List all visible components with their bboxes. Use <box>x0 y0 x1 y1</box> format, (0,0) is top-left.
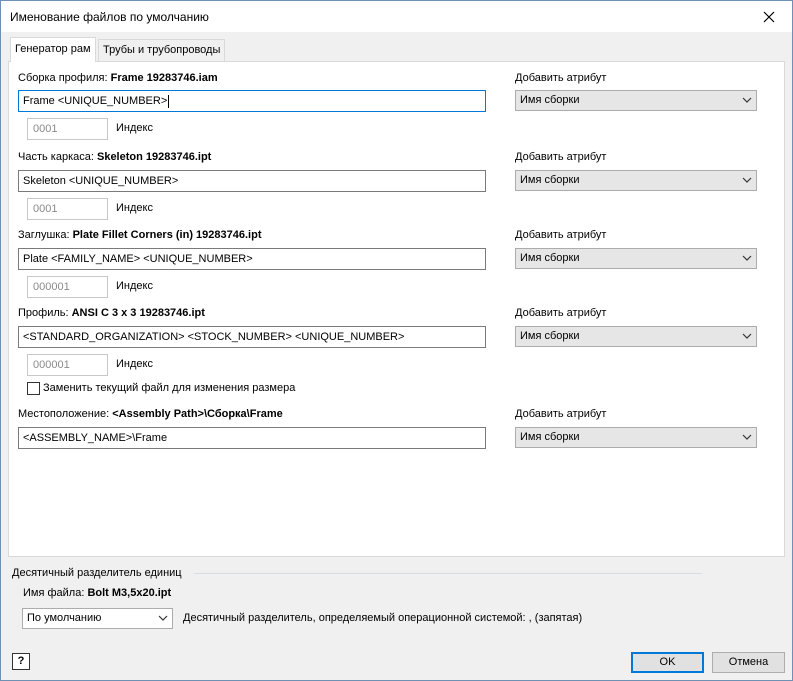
group-divider <box>194 573 702 574</box>
ok-button[interactable]: OK <box>631 652 704 673</box>
decimal-filename-label: Имя файла: Bolt M3,5x20.ipt <box>23 587 171 599</box>
cancel-button[interactable]: Отмена <box>712 652 785 673</box>
skeleton-label-prefix: Часть каркаса: <box>18 151 94 163</box>
profile-assembly-label: Сборка профиля: Frame 19283746.iam <box>18 72 218 84</box>
profile-assembly-index-label: Индекс <box>116 122 153 134</box>
text-caret <box>168 94 170 108</box>
chevron-down-icon <box>742 434 752 440</box>
skeleton-attr-select[interactable]: Имя сборки <box>515 170 757 191</box>
skeleton-pattern-input[interactable]: Skeleton <UNIQUE_NUMBER> <box>18 170 486 192</box>
profile-attr-value: Имя сборки <box>520 330 580 342</box>
close-icon <box>763 11 775 22</box>
profile-label: Профиль: ANSI C 3 x 3 19283746.ipt <box>18 307 205 319</box>
location-pattern-input[interactable]: <ASSEMBLY_NAME>\Frame <box>18 427 486 449</box>
skeleton-index-label: Индекс <box>116 202 153 214</box>
decimal-description: Десятичный разделитель, определяемый опе… <box>183 612 583 624</box>
profile-index-input[interactable]: 000001 <box>27 354 108 376</box>
profile-assembly-pattern-text: Frame <UNIQUE_NUMBER> <box>23 95 168 107</box>
plug-label-value: Plate Fillet Corners (in) 19283746.ipt <box>72 229 262 241</box>
location-label-value: <Assembly Path>\Сборка\Frame <box>112 408 283 420</box>
tab-frame-generator[interactable]: Генератор рам <box>10 37 96 62</box>
location-label: Местоположение: <Assembly Path>\Сборка\F… <box>18 408 283 420</box>
chevron-down-icon <box>742 255 752 261</box>
replace-file-checkbox-label: Заменить текущий файл для изменения разм… <box>43 382 296 394</box>
decimal-filename-value: Bolt M3,5x20.ipt <box>87 587 172 599</box>
profile-assembly-attr-label: Добавить атрибут <box>515 72 607 84</box>
location-attr-select[interactable]: Имя сборки <box>515 427 757 448</box>
skeleton-label-value: Skeleton 19283746.ipt <box>96 151 212 163</box>
decimal-filename-prefix: Имя файла: <box>23 587 85 599</box>
plug-attr-label: Добавить атрибут <box>515 229 607 241</box>
decimal-separator-value: По умолчанию <box>27 612 102 624</box>
location-attr-value: Имя сборки <box>520 431 580 443</box>
plug-attr-value: Имя сборки <box>520 252 580 264</box>
profile-pattern-input[interactable]: <STANDARD_ORGANIZATION> <STOCK_NUMBER> <… <box>18 326 486 348</box>
location-label-prefix: Местоположение: <box>18 408 110 420</box>
location-attr-label: Добавить атрибут <box>515 408 607 420</box>
plug-attr-select[interactable]: Имя сборки <box>515 248 757 269</box>
profile-attr-select[interactable]: Имя сборки <box>515 326 757 347</box>
chevron-down-icon <box>742 97 752 103</box>
plug-pattern-input[interactable]: Plate <FAMILY_NAME> <UNIQUE_NUMBER> <box>18 248 486 270</box>
profile-index-label: Индекс <box>116 358 153 370</box>
skeleton-attr-label: Добавить атрибут <box>515 151 607 163</box>
title-bar: Именование файлов по умолчанию <box>1 1 792 32</box>
profile-attr-label: Добавить атрибут <box>515 307 607 319</box>
skeleton-label: Часть каркаса: Skeleton 19283746.ipt <box>18 151 211 163</box>
plug-index-input[interactable]: 000001 <box>27 276 108 298</box>
profile-label-prefix: Профиль: <box>18 307 69 319</box>
skeleton-index-input[interactable]: 0001 <box>27 198 108 220</box>
profile-assembly-attr-value: Имя сборки <box>520 94 580 106</box>
close-button[interactable] <box>746 1 792 32</box>
profile-label-value: ANSI C 3 x 3 19283746.ipt <box>71 307 205 319</box>
tab-tubes-and-pipes[interactable]: Трубы и трубопроводы <box>98 39 226 61</box>
plug-label-prefix: Заглушка: <box>18 229 70 241</box>
plug-index-label: Индекс <box>116 280 153 292</box>
chevron-down-icon <box>742 177 752 183</box>
dialog-window: Именование файлов по умолчанию Генератор… <box>0 0 793 681</box>
help-icon: ? <box>17 655 25 667</box>
replace-file-checkbox[interactable] <box>27 382 40 395</box>
profile-assembly-pattern-input[interactable]: Frame <UNIQUE_NUMBER> <box>18 90 486 112</box>
profile-assembly-index-input[interactable]: 0001 <box>27 118 108 140</box>
decimal-group-title: Десятичный разделитель единиц <box>12 567 182 579</box>
chevron-down-icon <box>742 333 752 339</box>
window-title: Именование файлов по умолчанию <box>10 10 209 24</box>
profile-assembly-label-value: Frame 19283746.iam <box>110 72 218 84</box>
decimal-separator-select[interactable]: По умолчанию <box>22 608 173 629</box>
chevron-down-icon <box>158 615 168 621</box>
plug-label: Заглушка: Plate Fillet Corners (in) 1928… <box>18 229 261 241</box>
help-button[interactable]: ? <box>12 653 30 670</box>
profile-assembly-label-prefix: Сборка профиля: <box>18 72 108 84</box>
profile-assembly-attr-select[interactable]: Имя сборки <box>515 90 757 111</box>
skeleton-attr-value: Имя сборки <box>520 174 580 186</box>
